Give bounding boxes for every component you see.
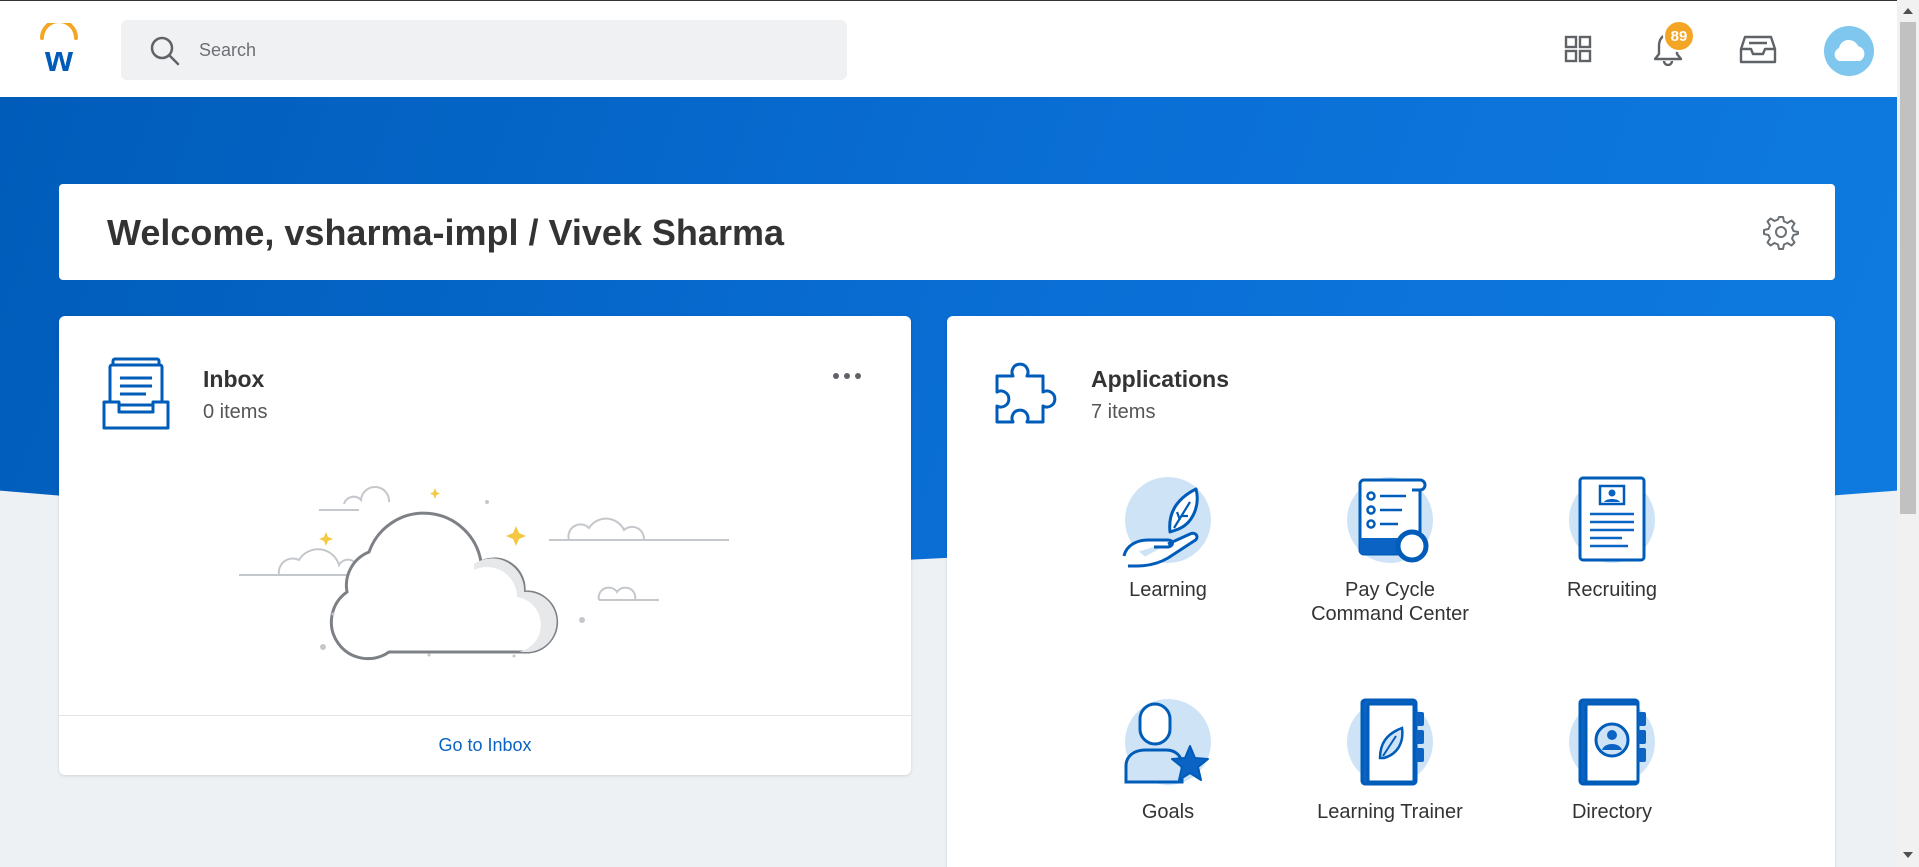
goals-icon bbox=[1124, 699, 1211, 785]
more-options-icon[interactable] bbox=[829, 364, 865, 388]
app-learning[interactable]: Learning bbox=[1068, 474, 1268, 602]
applications-card: Applications 7 items Learning Pay Cycle … bbox=[947, 316, 1835, 867]
scroll-down-arrow[interactable] bbox=[1903, 852, 1913, 858]
applications-title: Applications bbox=[1091, 366, 1230, 392]
directory-icon bbox=[1569, 698, 1655, 786]
puzzle-piece-icon bbox=[995, 362, 1057, 424]
app-label: Directory bbox=[1571, 801, 1652, 823]
apps-grid-icon[interactable] bbox=[1556, 27, 1600, 71]
top-bar: w 89 bbox=[0, 0, 1897, 97]
workday-logo-icon[interactable]: w bbox=[36, 23, 82, 75]
search-icon bbox=[150, 36, 180, 66]
app-label: Goals bbox=[1141, 801, 1195, 823]
page-title: Welcome, vsharma-impl / Vivek Sharma bbox=[107, 212, 784, 253]
search-bar[interactable] bbox=[121, 20, 847, 80]
learning-icon bbox=[1122, 477, 1211, 568]
app-recruiting[interactable]: Recruiting bbox=[1512, 474, 1712, 602]
scrollbar-thumb[interactable] bbox=[1900, 22, 1916, 514]
inbox-card: Inbox 0 items Go to Inbox bbox=[59, 316, 911, 775]
app-goals[interactable]: Goals bbox=[1068, 696, 1268, 824]
app-label: Pay Cycle Command Center bbox=[1311, 579, 1469, 625]
app-label: Learning bbox=[1129, 579, 1207, 601]
gear-icon[interactable] bbox=[1763, 214, 1799, 250]
inbox-tray-icon bbox=[102, 357, 170, 430]
notification-badge: 89 bbox=[1663, 20, 1695, 52]
scrollbar[interactable] bbox=[1897, 0, 1919, 867]
inbox-tray-icon[interactable] bbox=[1736, 27, 1780, 71]
app-label: Recruiting bbox=[1566, 579, 1658, 601]
app-label: Learning Trainer bbox=[1317, 801, 1463, 823]
app-directory[interactable]: Directory bbox=[1512, 696, 1712, 824]
search-input[interactable] bbox=[199, 20, 819, 80]
inbox-title: Inbox bbox=[203, 366, 265, 392]
app-learning-trainer[interactable]: Learning Trainer bbox=[1290, 696, 1490, 824]
welcome-banner: Welcome, vsharma-impl / Vivek Sharma bbox=[59, 184, 1835, 280]
pay-cycle-icon bbox=[1347, 477, 1433, 563]
svg-text:w: w bbox=[44, 38, 74, 75]
go-to-inbox-link[interactable]: Go to Inbox bbox=[59, 716, 911, 775]
scroll-up-arrow[interactable] bbox=[1903, 8, 1913, 14]
recruiting-icon bbox=[1569, 476, 1655, 563]
app-pay-cycle-command-center[interactable]: Pay Cycle Command Center bbox=[1290, 474, 1490, 626]
cloud-avatar-icon[interactable] bbox=[1824, 26, 1874, 76]
inbox-item-count: 0 items bbox=[203, 401, 268, 423]
applications-item-count: 7 items bbox=[1091, 401, 1156, 423]
empty-cloud-illustration bbox=[239, 485, 729, 661]
learning-trainer-icon bbox=[1347, 698, 1433, 786]
